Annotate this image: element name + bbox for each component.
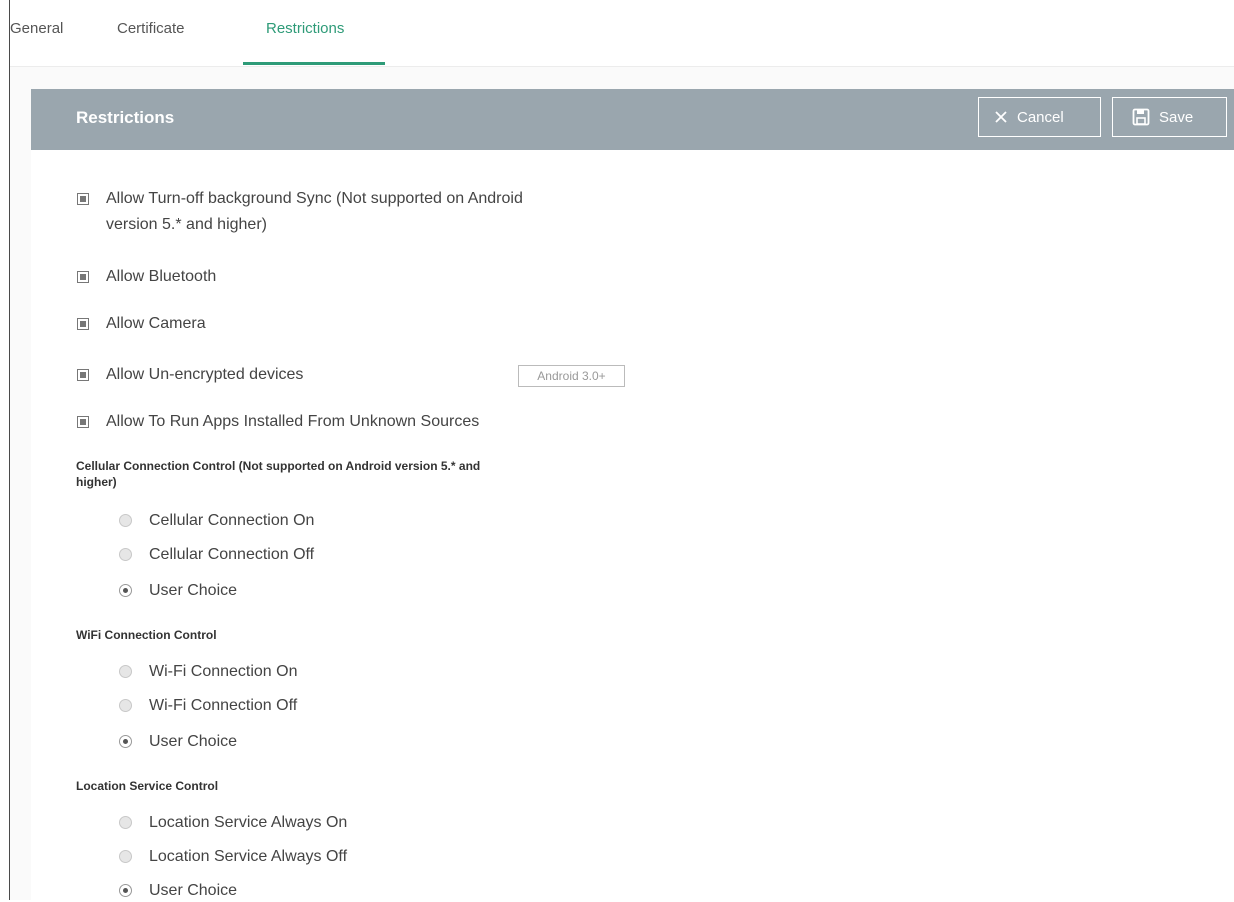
section-title-wifi: WiFi Connection Control: [76, 628, 217, 642]
tab-general[interactable]: General: [10, 20, 63, 37]
radio-wifi-on[interactable]: [119, 665, 132, 678]
radio-location-on[interactable]: [119, 816, 132, 829]
radio-label: User Choice: [149, 733, 238, 750]
radio-label: Cellular Connection On: [149, 512, 315, 529]
checkbox-background-sync[interactable]: [77, 193, 89, 205]
panel-header: Restrictions Cancel Save: [31, 89, 1234, 150]
checkbox-unknown-sources[interactable]: [77, 416, 89, 428]
checkbox-label: Allow Un-encrypted devices: [106, 366, 304, 383]
section-title-line: Cellular Connection Control (Not support…: [76, 459, 481, 473]
tab-restrictions[interactable]: Restrictions: [266, 20, 344, 37]
checkbox-unencrypted[interactable]: [77, 369, 89, 381]
active-tab-indicator: [243, 62, 385, 65]
radio-location-off[interactable]: [119, 850, 132, 863]
radio-wifi-off[interactable]: [119, 699, 132, 712]
radio-location-user-choice[interactable]: [119, 884, 132, 897]
section-title-line: higher): [76, 475, 117, 489]
radio-label: User Choice: [149, 882, 238, 899]
android-version-badge: Android 3.0+: [518, 365, 625, 387]
panel-title: Restrictions: [76, 108, 175, 127]
radio-cellular-on[interactable]: [119, 514, 132, 527]
radio-label: Wi-Fi Connection Off: [149, 697, 298, 714]
checkbox-label: Allow Turn-off background Sync (Not supp…: [106, 190, 523, 207]
tab-certificate[interactable]: Certificate: [117, 20, 185, 37]
radio-label: User Choice: [149, 582, 238, 599]
restrictions-page: General Certificate Restrictions Restric…: [9, 0, 1234, 900]
section-title-location: Location Service Control: [76, 779, 219, 793]
radio-cellular-off[interactable]: [119, 548, 132, 561]
section-title-cellular: Cellular Connection Control (Not support…: [76, 458, 480, 490]
cancel-button[interactable]: Cancel: [978, 97, 1101, 137]
floppy-disk-icon: [1132, 108, 1150, 126]
radio-cellular-user-choice[interactable]: [119, 584, 132, 597]
checkbox-camera[interactable]: [77, 318, 89, 330]
checkbox-label: Allow Camera: [106, 315, 206, 332]
tab-bar: General Certificate Restrictions: [10, 0, 1234, 67]
save-button[interactable]: Save: [1112, 97, 1227, 137]
checkbox-label: Allow To Run Apps Installed From Unknown…: [106, 413, 480, 430]
close-icon: [995, 111, 1007, 123]
checkbox-bluetooth[interactable]: [77, 271, 89, 283]
radio-label: Wi-Fi Connection On: [149, 663, 298, 680]
checkbox-label-continued: version 5.* and higher): [106, 216, 267, 233]
radio-label: Location Service Always Off: [149, 848, 348, 865]
restrictions-form: Allow Turn-off background Sync (Not supp…: [31, 150, 1234, 900]
radio-wifi-user-choice[interactable]: [119, 735, 132, 748]
save-label: Save: [1159, 108, 1194, 126]
cancel-label: Cancel: [1017, 108, 1064, 126]
radio-label: Location Service Always On: [149, 814, 348, 831]
checkbox-label: Allow Bluetooth: [106, 268, 217, 285]
radio-label: Cellular Connection Off: [149, 546, 315, 563]
